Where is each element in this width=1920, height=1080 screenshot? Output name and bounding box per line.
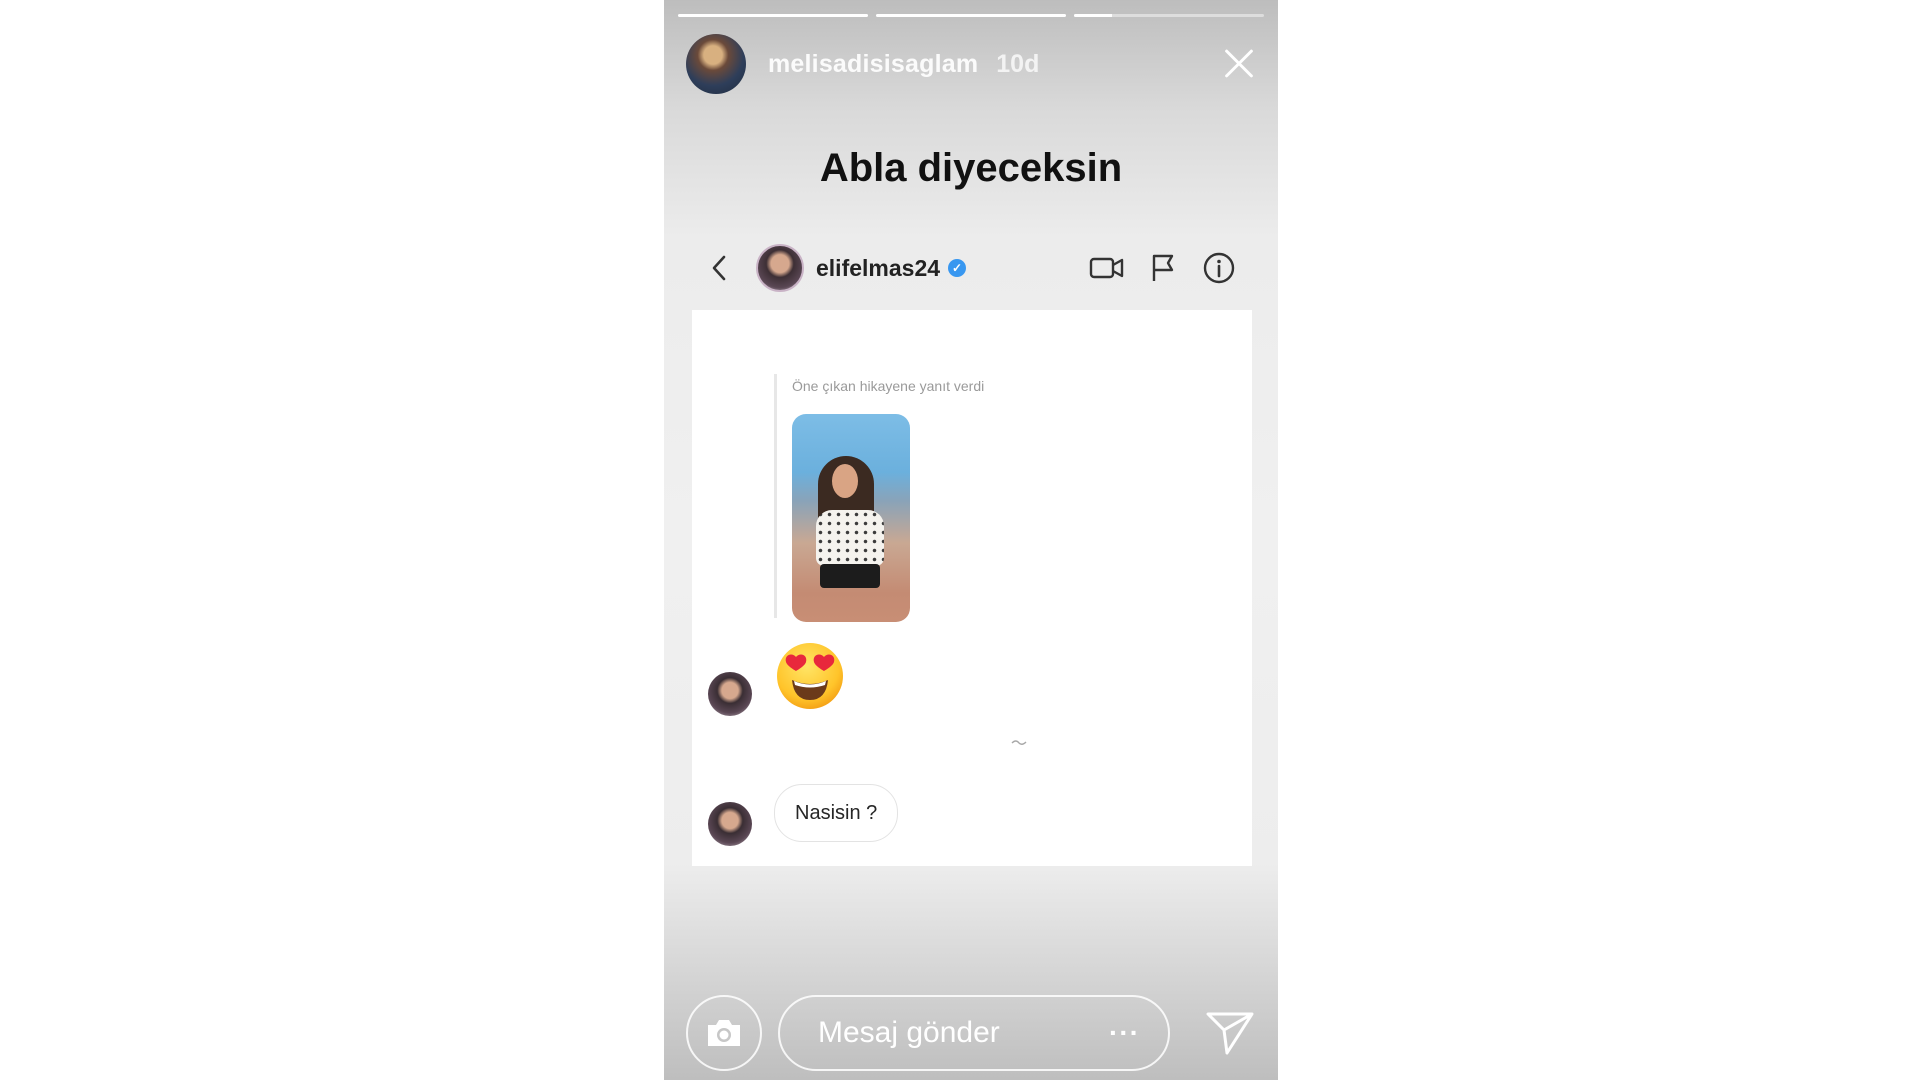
message-sender-avatar: [708, 802, 752, 846]
verified-badge-icon: ✓: [948, 259, 967, 277]
story-caption: Abla diyeceksin: [819, 146, 1123, 190]
story-progress-segment: [1074, 14, 1264, 17]
reply-indicator-line: [774, 374, 777, 618]
dm-conversation: Öne çıkan hikayene yanıt verdi Nasisin ?: [692, 310, 1252, 866]
message-sender-avatar: [708, 672, 752, 716]
dm-contact-avatar: [756, 244, 804, 292]
story-author-username[interactable]: melisadisisaglam: [768, 50, 978, 79]
flag-icon: [1144, 249, 1182, 287]
info-icon: [1200, 249, 1238, 287]
camera-icon[interactable]: [686, 995, 762, 1071]
story-progress-segment: [678, 14, 868, 17]
progress-fill: [678, 14, 868, 17]
more-options-icon[interactable]: ···: [1109, 1017, 1140, 1049]
message-input-placeholder: Mesaj gönder: [818, 1016, 1000, 1049]
story-progress-segment: [876, 14, 1066, 17]
video-call-icon: [1088, 249, 1126, 287]
story-author-avatar[interactable]: [686, 34, 746, 94]
thumbnail-figure: [816, 510, 884, 566]
story-timestamp: 10d: [996, 49, 1040, 78]
story-header: melisadisisaglam 10d: [686, 32, 1258, 96]
progress-fill: [876, 14, 1066, 17]
story-reply-thumbnail: [792, 414, 910, 622]
seen-indicator-icon: [1011, 740, 1027, 745]
story-footer: Mesaj gönder ···: [686, 994, 1258, 1072]
progress-fill: [1074, 14, 1112, 17]
send-icon[interactable]: [1202, 1005, 1258, 1061]
story-progress: [678, 14, 1264, 17]
message-bubble: Nasisin ?: [774, 784, 899, 842]
thumbnail-figure: [820, 564, 880, 588]
story-viewer: melisadisisaglam 10d Abla diyeceksin eli…: [664, 0, 1278, 1080]
dm-screenshot-header: elifelmas24 ✓: [704, 244, 1238, 292]
heart-eyes-emoji-icon: [774, 640, 846, 712]
dm-contact-username: elifelmas24: [816, 254, 941, 281]
back-icon: [704, 253, 734, 283]
story-reply-label: Öne çıkan hikayene yanıt verdi: [792, 378, 985, 394]
message-input[interactable]: Mesaj gönder ···: [778, 995, 1170, 1071]
close-icon[interactable]: [1218, 44, 1258, 84]
thumbnail-figure: [832, 464, 858, 498]
dm-header-actions: [1088, 249, 1238, 287]
